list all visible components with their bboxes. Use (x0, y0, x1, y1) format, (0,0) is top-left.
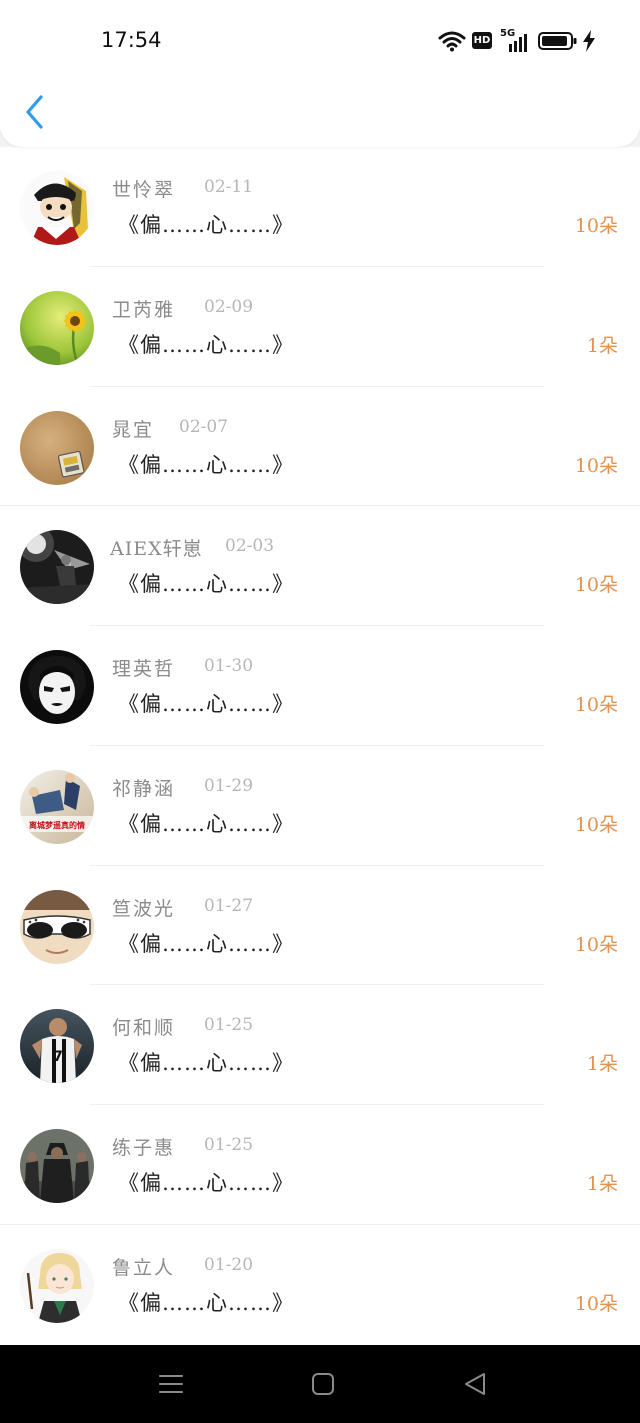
list-item[interactable]: 练子惠 01-25 《偏……心……》 1朵 (0, 1105, 640, 1225)
signal-icon (509, 34, 527, 52)
send-date: 01-30 (204, 656, 254, 676)
list-item[interactable]: 世怜翠 02-11 《偏……心……》 10朵 (0, 147, 640, 267)
list-item[interactable]: 晁宜 02-07 《偏……心……》 10朵 (0, 387, 640, 507)
sender-name: 世怜翠 (112, 179, 176, 201)
message-text: 《偏……心……》 (118, 811, 294, 836)
list-item[interactable]: 卫芮雅 02-09 《偏……心……》 1朵 (0, 267, 640, 387)
avatar[interactable] (20, 650, 94, 724)
chevron-left-icon (26, 95, 43, 129)
menu-icon (159, 1375, 183, 1393)
avatar-caption: 离城梦遥真的情 (29, 820, 85, 830)
avatar[interactable]: 离城梦遥真的情 (20, 769, 94, 844)
home-button[interactable] (310, 1372, 336, 1400)
flower-record-list: 世怜翠 02-11 《偏……心……》 10朵 卫芮雅 02-09 《偏……心……… (0, 147, 640, 1345)
avatar[interactable] (20, 530, 94, 605)
back-button[interactable] (22, 94, 48, 130)
message-text: 《偏……心……》 (118, 1051, 294, 1076)
send-date: 01-25 (204, 1135, 254, 1155)
back-triangle-icon (465, 1373, 485, 1395)
system-nav-bar (0, 1345, 640, 1423)
sender-name: 笪波光 (112, 897, 176, 920)
sender-name: 鲁立人 (112, 1256, 176, 1279)
sender-name: 何和顺 (112, 1017, 176, 1040)
message-text: 《偏……心……》 (118, 452, 294, 477)
avatar[interactable]: 7 (20, 1009, 94, 1084)
flower-count: 10朵 (574, 933, 618, 956)
battery-icon (538, 32, 577, 50)
hd-badge: HD (472, 32, 492, 49)
send-date: 02-11 (204, 177, 254, 197)
send-date: 02-07 (179, 416, 229, 437)
send-date: 01-27 (204, 895, 254, 916)
top-bar: 17:54 HD 5G (0, 0, 640, 147)
menu-button[interactable] (158, 1372, 184, 1400)
list-item[interactable]: 鲁立人 01-20 《偏……心……》 10朵 (0, 1225, 640, 1345)
wifi-icon (438, 31, 466, 52)
flower-count: 1朵 (586, 1173, 618, 1195)
flower-count: 10朵 (574, 215, 618, 237)
avatar[interactable] (20, 889, 94, 964)
send-date: 01-29 (204, 775, 254, 796)
message-text: 《偏……心……》 (118, 1290, 294, 1315)
send-date: 01-25 (204, 1015, 254, 1036)
avatar[interactable] (20, 1129, 94, 1203)
sender-name: 晁宜 (112, 418, 155, 441)
sender-name: 卫芮雅 (112, 298, 176, 321)
back-nav-button[interactable] (462, 1372, 488, 1400)
message-text: 《偏……心……》 (118, 213, 294, 237)
flower-count: 10朵 (574, 1292, 618, 1315)
flower-count: 10朵 (574, 574, 618, 597)
send-date: 02-09 (204, 296, 254, 317)
message-text: 《偏……心……》 (118, 572, 294, 597)
avatar[interactable] (20, 290, 94, 365)
charging-icon (583, 30, 595, 52)
send-date: 02-03 (225, 536, 275, 557)
avatar[interactable] (20, 171, 94, 245)
avatar[interactable] (20, 410, 94, 485)
home-square-icon (312, 1373, 334, 1395)
list-item[interactable]: 离城梦遥真的情 祁静涵 01-29 《偏……心……》 10朵 (0, 746, 640, 866)
message-text: 《偏……心……》 (118, 931, 294, 956)
flower-count: 1朵 (586, 1053, 618, 1076)
sender-name: 练子惠 (112, 1137, 176, 1159)
svg-text:7: 7 (53, 1049, 63, 1065)
message-text: 《偏……心……》 (118, 332, 294, 357)
status-time: 17:54 (101, 28, 162, 52)
message-text: 《偏……心……》 (118, 1171, 294, 1195)
sender-name: 祁静涵 (112, 777, 176, 800)
flower-count: 10朵 (574, 694, 618, 716)
list-item[interactable]: 7 何和顺 01-25 《偏……心……》 1朵 (0, 985, 640, 1105)
flower-count: 1朵 (586, 334, 618, 357)
list-item[interactable]: 笪波光 01-27 《偏……心……》 10朵 (0, 866, 640, 986)
list-item[interactable]: 理英哲 01-30 《偏……心……》 10朵 (0, 626, 640, 746)
avatar[interactable] (20, 1248, 94, 1323)
list-item[interactable]: AIEX轩崽 02-03 《偏……心……》 10朵 (0, 506, 640, 626)
flower-count: 10朵 (574, 813, 618, 836)
sender-name: 理英哲 (112, 658, 176, 680)
sender-name: AIEX轩崽 (110, 538, 203, 561)
send-date: 01-20 (204, 1254, 254, 1275)
message-text: 《偏……心……》 (118, 692, 294, 716)
flower-count: 10朵 (574, 454, 618, 477)
